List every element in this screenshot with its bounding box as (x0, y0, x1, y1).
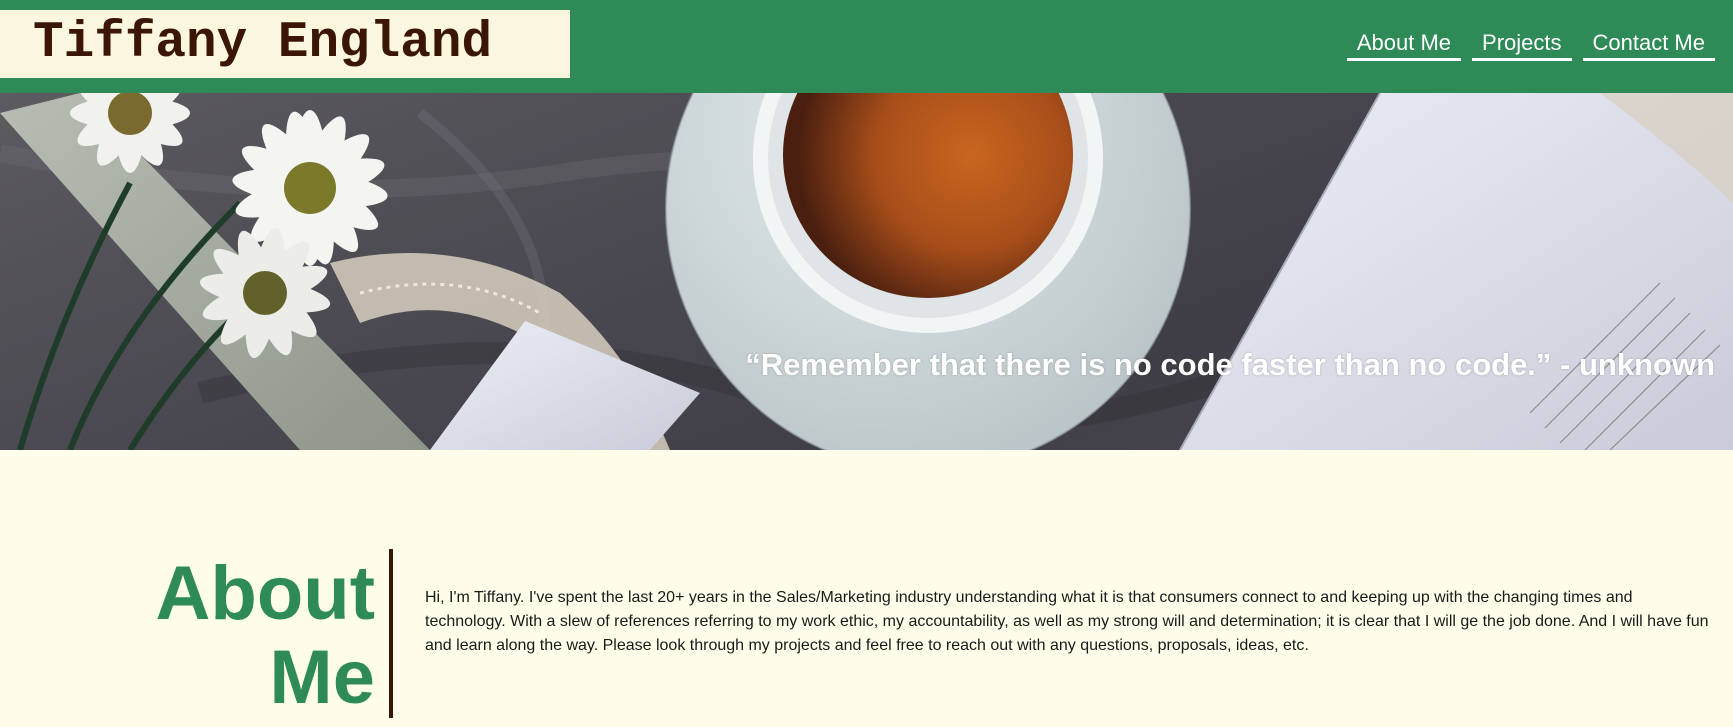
hero-image (0, 93, 1733, 450)
site-header: Tiffany England About Me Projects Contac… (0, 0, 1733, 93)
site-logo[interactable]: Tiffany England (0, 10, 570, 78)
about-body: Hi, I'm Tiffany. I've spent the last 20+… (425, 589, 1709, 654)
book-pages-left (430, 321, 700, 450)
hero-banner: “Remember that there is no code faster t… (0, 93, 1733, 450)
nav-about-me[interactable]: About Me (1346, 30, 1462, 61)
about-title: About Me (155, 551, 375, 720)
book-pages-right (1180, 93, 1733, 450)
about-divider (389, 549, 393, 718)
nav-projects[interactable]: Projects (1472, 30, 1572, 61)
hero-quote: “Remember that there is no code faster t… (745, 347, 1715, 382)
nav-contact-me[interactable]: Contact Me (1582, 30, 1715, 61)
main-nav: About Me Projects Contact Me (1336, 30, 1715, 61)
